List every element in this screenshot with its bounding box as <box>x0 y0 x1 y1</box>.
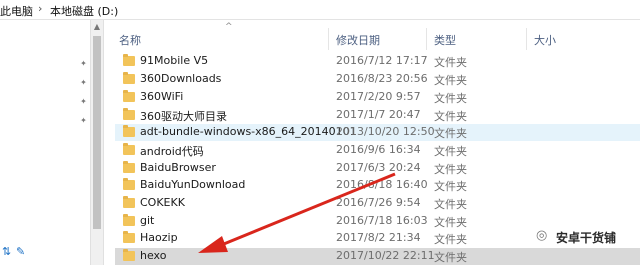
file-name: BaiduBrowser <box>140 161 216 174</box>
address-breadcrumb: 此电脑 › 本地磁盘 (D:) <box>0 0 640 20</box>
file-row[interactable]: android代码 2016/9/6 16:34 文件夹 <box>115 142 640 159</box>
folder-icon <box>123 90 135 102</box>
file-type: 文件夹 <box>434 127 467 140</box>
file-name: adt-bundle-windows-x86_64_20140101 <box>140 125 357 138</box>
nav-bottom-icons: ⇅ ✎ <box>0 246 30 262</box>
file-date: 2017/10/22 22:11 <box>336 249 435 262</box>
file-row[interactable]: 360WiFi 2017/2/20 9:57 文件夹 <box>115 89 640 106</box>
file-name: 360Downloads <box>140 72 222 85</box>
file-type: 文件夹 <box>434 145 467 158</box>
file-row[interactable]: 360驱动大师目录 2017/1/7 20:47 文件夹 <box>115 107 640 124</box>
folder-icon <box>123 54 135 66</box>
breadcrumb-separator[interactable]: › <box>38 2 42 15</box>
folder-icon <box>123 231 135 243</box>
column-header-size[interactable]: 大小 <box>534 32 556 48</box>
file-date: 2016/8/18 16:40 <box>336 178 428 191</box>
file-date: 2016/7/26 9:54 <box>336 196 421 209</box>
file-date: 2017/2/20 9:57 <box>336 90 421 103</box>
folder-icon <box>123 125 135 137</box>
file-type: 文件夹 <box>434 110 467 123</box>
folder-icon <box>123 161 135 173</box>
folder-icon <box>123 214 135 226</box>
file-row-selected[interactable]: hexo 2017/10/22 22:11 文件夹 <box>115 248 640 265</box>
file-name: 91Mobile V5 <box>140 54 209 67</box>
sync-icon[interactable]: ⇅ <box>2 246 12 258</box>
file-name: hexo <box>140 249 167 262</box>
pin-icon[interactable]: ✦ <box>79 78 88 87</box>
vertical-scrollbar[interactable]: ▲ <box>90 20 104 265</box>
file-date: 2017/8/2 21:34 <box>336 231 421 244</box>
file-name: BaiduYunDownload <box>140 178 246 191</box>
column-divider[interactable] <box>328 28 329 50</box>
pin-icon[interactable]: ✦ <box>79 97 88 106</box>
file-row[interactable]: COKEKK 2016/7/26 9:54 文件夹 <box>115 195 640 212</box>
file-name: 360驱动大师目录 <box>140 110 227 123</box>
folder-icon <box>123 178 135 190</box>
column-divider[interactable] <box>426 28 427 50</box>
watermark: ◎ 安卓干货铺 <box>536 227 640 247</box>
folder-icon <box>123 72 135 84</box>
file-name: COKEKK <box>140 196 185 209</box>
wrench-icon[interactable]: ✎ <box>16 246 28 258</box>
file-type: 文件夹 <box>434 198 467 211</box>
file-type: 文件夹 <box>434 233 467 246</box>
file-row[interactable]: 360Downloads 2016/8/23 20:56 文件夹 <box>115 71 640 88</box>
breadcrumb-drive-d[interactable]: 本地磁盘 (D:) <box>50 3 118 19</box>
folder-icon <box>123 196 135 208</box>
watermark-text: 安卓干货铺 <box>556 231 617 245</box>
file-type: 文件夹 <box>434 92 467 105</box>
scrollbar-thumb[interactable] <box>93 36 101 229</box>
navigation-pane: ✦ ✦ ✦ ✦ ⇅ ✎ <box>0 20 90 265</box>
pin-icon[interactable]: ✦ <box>79 59 88 68</box>
file-type: 文件夹 <box>434 216 467 229</box>
file-type: 文件夹 <box>434 251 467 264</box>
scroll-up-arrow-icon[interactable]: ▲ <box>91 20 103 34</box>
file-name: git <box>140 214 155 227</box>
folder-icon <box>123 143 135 155</box>
file-type: 文件夹 <box>434 56 467 69</box>
file-date: 2017/6/3 20:24 <box>336 161 421 174</box>
column-divider[interactable] <box>526 28 527 50</box>
pin-icon[interactable]: ✦ <box>79 116 88 125</box>
file-row[interactable]: BaiduYunDownload 2016/8/18 16:40 文件夹 <box>115 177 640 194</box>
breadcrumb-this-pc[interactable]: 此电脑 <box>0 3 33 19</box>
column-header-row: 名称 修改日期 类型 大小 <box>103 28 640 50</box>
column-header-type[interactable]: 类型 <box>434 32 456 48</box>
folder-icon <box>123 249 135 261</box>
file-date: 2016/8/23 20:56 <box>336 72 428 85</box>
file-row[interactable]: 91Mobile V5 2016/7/12 17:17 文件夹 <box>115 53 640 70</box>
column-header-name[interactable]: 名称 <box>119 32 141 48</box>
file-date: 2017/1/7 20:47 <box>336 108 421 121</box>
file-date: 2016/7/12 17:17 <box>336 54 428 67</box>
file-date: 2016/7/18 16:03 <box>336 214 428 227</box>
file-type: 文件夹 <box>434 180 467 193</box>
file-row[interactable]: BaiduBrowser 2017/6/3 20:24 文件夹 <box>115 160 640 177</box>
column-header-date[interactable]: 修改日期 <box>336 32 380 48</box>
file-name: Haozip <box>140 231 178 244</box>
folder-icon <box>123 108 135 120</box>
wechat-icon: ◎ <box>536 228 548 243</box>
file-date: 2016/9/6 16:34 <box>336 143 421 156</box>
file-name: 360WiFi <box>140 90 184 103</box>
file-name: android代码 <box>140 145 204 158</box>
file-date: 2013/10/20 12:50 <box>336 125 435 138</box>
file-type: 文件夹 <box>434 74 467 87</box>
file-type: 文件夹 <box>434 163 467 176</box>
file-row-hovered[interactable]: adt-bundle-windows-x86_64_20140101 2013/… <box>115 124 640 141</box>
